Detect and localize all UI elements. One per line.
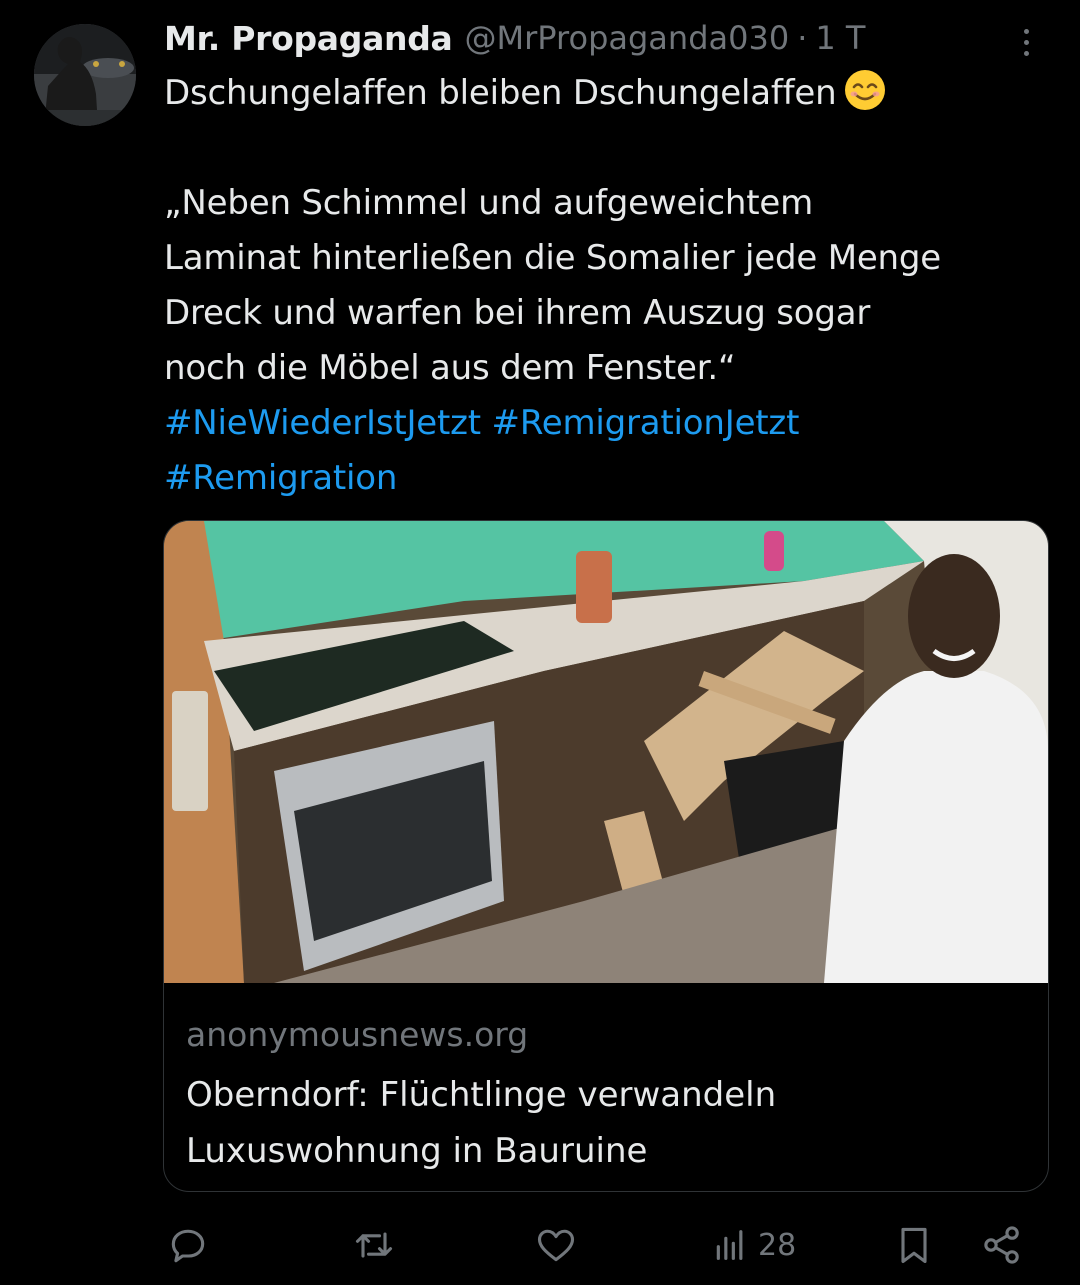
bookmark-icon <box>901 1227 927 1264</box>
timestamp[interactable]: 1 T <box>815 19 865 57</box>
tweet-line-3: Laminat hinterließen die Somalier jede M… <box>164 238 942 278</box>
hashtag-link[interactable]: #NieWiederIstJetzt <box>164 403 481 443</box>
tweet-line-1: Dschungelaffen bleiben Dschungelaffen <box>164 66 1054 121</box>
repost-button[interactable] <box>352 1220 396 1270</box>
tweet-text: Dschungelaffen bleiben Dschungelaffen „N… <box>164 66 1054 506</box>
like-button[interactable] <box>534 1220 578 1270</box>
separator-dot: · <box>797 19 808 57</box>
author-handle[interactable]: @MrPropaganda030 <box>465 19 790 57</box>
card-image[interactable] <box>164 521 1048 983</box>
views-icon <box>716 1230 743 1260</box>
action-bar: 28 <box>0 1210 1080 1280</box>
reply-button[interactable] <box>166 1220 210 1270</box>
more-options-icon[interactable] <box>1014 24 1038 60</box>
hashtag-link[interactable]: #RemigrationJetzt <box>492 403 800 443</box>
share-icon <box>984 1226 1019 1264</box>
views-count: 28 <box>758 1227 797 1263</box>
hashtag-link[interactable]: #Remigration <box>164 458 397 498</box>
avatar-image <box>34 24 136 126</box>
link-card[interactable]: anonymousnews.org Oberndorf: Flüchtlinge… <box>163 520 1049 1192</box>
hashtag-line: #Remigration <box>164 451 1054 506</box>
card-domain: anonymousnews.org <box>186 1015 529 1054</box>
avatar[interactable] <box>34 24 136 126</box>
tweet-line-4: Dreck und warfen bei ihrem Auszug sogar <box>164 293 871 333</box>
tweet-line-2: „Neben Schimmel und aufgeweichtem <box>164 183 814 223</box>
heart-icon <box>537 1229 575 1262</box>
author-name[interactable]: Mr. Propaganda <box>164 19 453 58</box>
smiling-face-emoji-icon <box>844 70 885 110</box>
reply-icon <box>171 1229 205 1263</box>
hashtag-line: #NieWiederIstJetzt #RemigrationJetzt <box>164 396 1054 451</box>
tweet-header: Mr. Propaganda @MrPropaganda030 · 1 T <box>164 14 865 62</box>
repost-icon <box>355 1232 393 1258</box>
share-button[interactable] <box>980 1220 1024 1270</box>
card-title: Oberndorf: Flüchtlinge verwandeln Luxusw… <box>186 1075 777 1171</box>
bookmark-button[interactable] <box>892 1220 936 1270</box>
tweet-line-5: noch die Möbel aus dem Fenster.“ <box>164 348 736 388</box>
views-button[interactable]: 28 <box>710 1220 796 1270</box>
